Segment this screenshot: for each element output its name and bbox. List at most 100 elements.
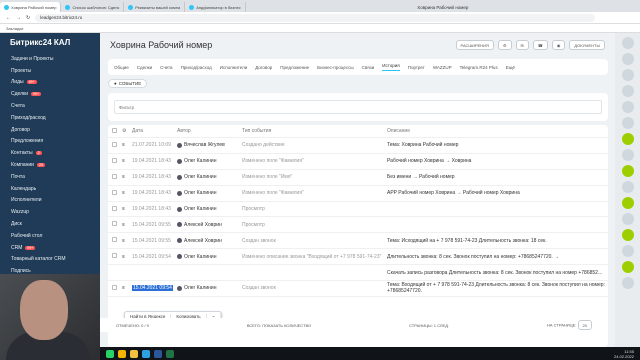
mail-icon[interactable]: ✉ <box>515 40 529 50</box>
sidebar-item[interactable]: Календарь <box>11 183 100 195</box>
app-icon[interactable] <box>621 181 634 193</box>
table-row[interactable]: ≡ 15.04.2021 09:55 Алексей Ховрин Создан зв… <box>108 233 608 250</box>
app-icon[interactable] <box>621 245 634 257</box>
bookmarks-bar[interactable]: Закладки <box>0 24 640 33</box>
row-menu-icon[interactable]: ≡ <box>122 285 132 291</box>
row-author[interactable]: Олег Калинин <box>177 190 242 196</box>
app-icon[interactable] <box>621 213 634 225</box>
table-row[interactable]: ≡ 19.04.2021 18:43 Олег Калинин Изменено по… <box>108 154 608 170</box>
row-menu-icon[interactable]: ≡ <box>122 222 132 228</box>
select-all-checkbox[interactable] <box>112 127 117 133</box>
browser-tab[interactable]: Ховрина Рабочий номер <box>0 2 62 12</box>
sidebar-item[interactable]: Задачи и Проекты <box>11 53 100 65</box>
tab[interactable]: Портрет <box>408 65 425 70</box>
app-icon[interactable] <box>621 69 634 81</box>
logo[interactable]: Битрикс24 КАЛ <box>0 33 100 53</box>
show-total-link[interactable]: ВСЕГО: ПОКАЗАТЬ КОЛИЧЕСТВО <box>247 323 311 328</box>
table-row[interactable]: ≡ 15.04.2021 09:54 Олег Калинин Изменено оп… <box>108 249 608 266</box>
extensions-button[interactable]: РАСШИРЕНИЯ <box>455 40 494 50</box>
url-field[interactable]: leadgen24.bitrix24.ru <box>35 13 596 22</box>
row-checkbox[interactable] <box>112 237 117 243</box>
sidebar-item[interactable]: Счета <box>11 100 100 112</box>
sidebar-item[interactable]: Предложения <box>11 136 100 148</box>
app-icon[interactable] <box>621 229 634 241</box>
sidebar-item[interactable]: Лиды 99+ <box>11 77 100 89</box>
app-icon[interactable] <box>621 261 634 273</box>
row-checkbox[interactable] <box>112 284 117 290</box>
excel-icon[interactable] <box>166 349 174 358</box>
explorer-icon[interactable] <box>130 349 138 358</box>
chat-icon[interactable]: ◉ <box>551 40 566 50</box>
app-icon[interactable] <box>621 101 634 113</box>
reload-icon[interactable]: ↻ <box>26 15 30 21</box>
app-icon[interactable] <box>621 133 634 145</box>
tab[interactable]: Связи <box>362 65 375 70</box>
sidebar-item[interactable]: Приход/расход <box>11 112 100 124</box>
row-checkbox[interactable] <box>112 157 117 163</box>
row-menu-icon[interactable]: ≡ <box>122 158 132 164</box>
table-row[interactable]: ≡ 19.04.2021 18:43 Олег Калинин Просмотр <box>108 202 608 218</box>
row-menu-icon[interactable]: ≡ <box>122 238 132 244</box>
sidebar-item[interactable]: CRM 99+ <box>11 242 100 254</box>
row-checkbox[interactable] <box>112 141 117 147</box>
table-row[interactable]: ≡ 15.04.2021 09:54 Олег Калинин Создан звон… <box>108 281 608 297</box>
table-row[interactable]: Скачать запись разговора Длительность зв… <box>108 265 608 282</box>
row-menu-icon[interactable]: ≡ <box>122 142 132 148</box>
next-page-link[interactable]: СЛЕД. <box>437 323 449 328</box>
forward-icon[interactable]: → <box>16 15 21 21</box>
telegram-icon[interactable] <box>142 349 150 358</box>
filter-search-input[interactable] <box>114 100 602 114</box>
tab[interactable]: Счета <box>160 65 172 70</box>
sidebar-item[interactable]: Компании 20 <box>11 159 100 171</box>
row-author[interactable]: Алексей Ховрин <box>177 222 242 228</box>
tab[interactable]: Сделки <box>137 65 152 70</box>
event-filter-chip[interactable]: ● СОБЫТИЕ <box>108 79 148 88</box>
row-menu-icon[interactable]: ≡ <box>122 254 132 260</box>
sidebar-item[interactable]: Договор <box>11 124 100 136</box>
chrome-icon[interactable] <box>118 349 126 358</box>
row-checkbox[interactable] <box>112 189 117 195</box>
sidebar-item[interactable]: Wazzup <box>11 206 100 218</box>
sidebar-item[interactable]: Сделки 99+ <box>11 88 100 100</box>
row-menu-icon[interactable]: ≡ <box>122 190 132 196</box>
app-icon[interactable] <box>621 165 634 177</box>
row-menu-icon[interactable]: ≡ <box>122 206 132 212</box>
table-row[interactable]: ≡ 19.04.2021 18:43 Олег Калинин Изменено по… <box>108 170 608 186</box>
gear-icon[interactable]: ⚙ <box>497 40 512 50</box>
app-icon[interactable] <box>621 277 634 289</box>
tab[interactable]: Общие <box>114 65 129 70</box>
sidebar-item[interactable]: Диск <box>11 218 100 230</box>
browser-tab[interactable]: Реквизиты вашей компа <box>124 2 186 12</box>
word-icon[interactable] <box>154 349 162 358</box>
row-menu-icon[interactable]: ≡ <box>122 174 132 180</box>
row-author[interactable]: Вячеслав Жгулев <box>177 142 242 148</box>
sidebar-item[interactable]: Рабочий стол <box>11 230 100 242</box>
app-icon[interactable] <box>621 117 634 129</box>
browser-tab[interactable]: Список шаблонов: Сделк <box>61 2 125 12</box>
row-checkbox[interactable] <box>112 253 117 259</box>
row-author[interactable]: Алексей Ховрин <box>177 238 242 244</box>
tab[interactable]: Предложение <box>280 65 309 70</box>
browser-tab[interactable]: Апдфиникатор в бизнес <box>185 2 246 12</box>
app-icon[interactable] <box>621 149 634 161</box>
sidebar-item[interactable]: Контакты 2 <box>11 147 100 159</box>
back-icon[interactable]: ← <box>6 15 11 21</box>
per-page-select[interactable]: 20 <box>577 320 592 330</box>
row-author[interactable]: Олег Калинин <box>177 206 242 212</box>
sidebar-item[interactable]: Товарный каталог CRM <box>11 254 100 266</box>
app-icon[interactable] <box>621 85 634 97</box>
tab[interactable]: Приход/расход <box>181 65 212 70</box>
search-icon[interactable] <box>621 37 634 49</box>
table-row[interactable]: ≡ 19.04.2021 18:43 Олег Калинин Изменено по… <box>108 186 608 202</box>
sidebar-item[interactable]: Проекты <box>11 65 100 77</box>
row-author[interactable]: Олег Калинин <box>177 158 242 164</box>
pages-label[interactable]: СТРАНИЦЫ: 1 <box>409 323 436 328</box>
app-icon[interactable] <box>621 53 634 65</box>
tab[interactable]: Исполнители <box>220 65 247 70</box>
tab[interactable]: История <box>382 63 400 71</box>
row-author[interactable]: Олег Калинин <box>177 254 242 260</box>
gear-icon[interactable]: ⚙ <box>122 128 132 134</box>
documents-button[interactable]: ДОКУМЕНТЫ <box>569 40 605 50</box>
whatsapp-icon[interactable] <box>106 349 114 358</box>
tab[interactable]: Договор <box>255 65 272 70</box>
